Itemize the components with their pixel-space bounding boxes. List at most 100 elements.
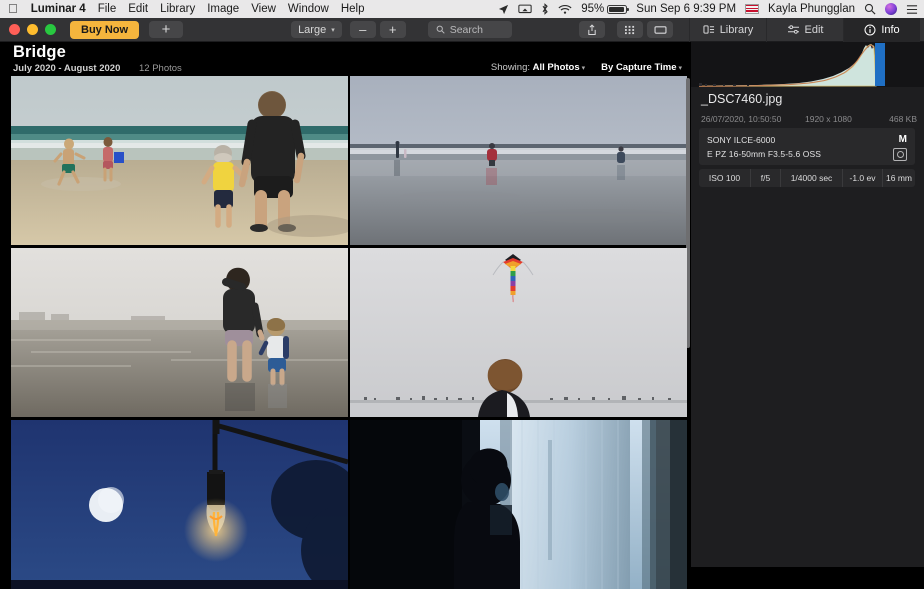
menu-app-name[interactable]: Luminar 4	[31, 3, 86, 15]
exif-shutter: 1/4000 sec	[781, 169, 843, 187]
menu-item-help[interactable]: Help	[341, 3, 365, 15]
toolbar-center-controls: Large ▾ – + Search	[291, 21, 512, 38]
zoom-in-button[interactable]: +	[380, 21, 406, 38]
battery-status[interactable]: 95%	[581, 3, 627, 15]
menu-bar-left:  Luminar 4 File Edit Library Image View…	[8, 0, 364, 18]
thumb-image	[11, 76, 348, 245]
camera-info-box: SONY ILCE-6000 M E PZ 16-50mm F3.5-5.6 O…	[699, 128, 915, 165]
capture-date: 26/07/2020, 10:50:50	[701, 114, 805, 124]
view-mode-group	[617, 21, 673, 38]
zoom-out-button[interactable]: –	[350, 21, 376, 38]
location-arrow-icon[interactable]	[498, 4, 509, 15]
histogram	[691, 42, 924, 87]
share-icon[interactable]	[579, 21, 605, 38]
sort-order-dropdown[interactable]: By Capture Time▾	[601, 62, 682, 73]
collection-date-range: July 2020 - August 2020	[13, 63, 120, 74]
zoom-window-button[interactable]	[45, 24, 56, 35]
menu-item-library[interactable]: Library	[160, 3, 195, 15]
collection-header-filters: Showing: All Photos▾ By Capture Time▾	[491, 62, 682, 73]
menu-bar-status-items: 95% Sun Sep 6 9:39 PM Kayla Phungglan	[498, 3, 918, 15]
zoom-controls: – +	[350, 21, 406, 38]
exif-iso: ISO 100	[699, 169, 751, 187]
histogram-chart	[691, 42, 924, 87]
file-size: 468 KB	[875, 114, 917, 124]
exif-row: ISO 100 f/5 1/4000 sec -1.0 ev 16 mm	[699, 169, 915, 187]
window-traffic-lights	[9, 24, 56, 35]
toolbar-right-controls: Library Edit Info	[579, 18, 924, 41]
showing-value: All Photos	[533, 62, 580, 73]
tab-edit-label: Edit	[805, 24, 824, 36]
tab-info[interactable]: Info	[843, 18, 920, 42]
apple-icon[interactable]: 	[8, 2, 18, 15]
showing-filter-dropdown[interactable]: Showing: All Photos▾	[491, 62, 585, 73]
minimize-window-button[interactable]	[27, 24, 38, 35]
macos-menu-bar:  Luminar 4 File Edit Library Image View…	[0, 0, 924, 18]
luminar-app-window:  Luminar 4 File Edit Library Image View…	[0, 0, 924, 567]
photo-thumbnail-misty-beach-walkers[interactable]	[350, 76, 687, 245]
library-icon	[703, 24, 715, 35]
wifi-icon[interactable]	[558, 4, 572, 15]
control-center-icon[interactable]	[906, 4, 918, 15]
menu-bar-clock[interactable]: Sun Sep 6 9:39 PM	[636, 3, 736, 15]
photo-grid	[11, 76, 687, 567]
us-flag-icon[interactable]	[745, 4, 759, 14]
search-input[interactable]: Search	[428, 21, 512, 38]
info-circle-icon	[864, 24, 876, 36]
menu-item-file[interactable]: File	[98, 3, 117, 15]
thumbnail-size-label: Large	[298, 24, 326, 36]
showing-label: Showing:	[491, 62, 530, 73]
panel-mode-tabs: Library Edit Info	[689, 18, 920, 42]
menu-item-view[interactable]: View	[251, 3, 276, 15]
search-icon	[436, 25, 445, 34]
collection-header: Bridge July 2020 - August 2020 12 Photos…	[0, 42, 690, 76]
photo-thumbnail-mother-child-shallow-water[interactable]	[11, 248, 348, 417]
camera-body-row: SONY ILCE-6000 M	[707, 133, 907, 147]
collection-photo-count: 12 Photos	[139, 63, 182, 74]
exif-aperture: f/5	[751, 169, 781, 187]
photo-thumbnail-boy-watching-kite[interactable]	[350, 248, 687, 417]
siri-icon[interactable]	[885, 3, 897, 15]
thumbnail-size-dropdown[interactable]: Large ▾	[291, 21, 342, 38]
single-view-icon[interactable]	[647, 21, 673, 38]
sliders-icon	[787, 24, 800, 35]
thumb-image	[350, 420, 687, 589]
image-dimensions: 1920 x 1080	[805, 114, 875, 124]
app-toolbar: Buy Now + Large ▾ – + Search	[0, 18, 924, 42]
menu-item-image[interactable]: Image	[207, 3, 239, 15]
photo-filename: _DSC7460.jpg	[701, 92, 782, 106]
lens-row: E PZ 16-50mm F3.5-5.6 OSS	[707, 147, 907, 161]
camera-lens-icon	[893, 148, 907, 161]
thumb-image	[11, 420, 348, 589]
page-title: Bridge	[13, 43, 66, 62]
grid-view-icon[interactable]	[617, 21, 643, 38]
menu-item-window[interactable]: Window	[288, 3, 329, 15]
screen-mirroring-icon[interactable]	[518, 4, 532, 15]
add-button[interactable]: +	[149, 21, 183, 38]
photo-thumbnail-child-silhouette-window[interactable]	[350, 420, 687, 589]
lens-label: E PZ 16-50mm F3.5-5.6 OSS	[707, 147, 821, 161]
photo-meta-row: 26/07/2020, 10:50:50 1920 x 1080 468 KB	[701, 114, 917, 124]
close-window-button[interactable]	[9, 24, 20, 35]
tab-library-label: Library	[720, 24, 754, 36]
sort-value: By Capture Time	[601, 62, 676, 73]
battery-percent-label: 95%	[581, 3, 604, 15]
thumb-image	[11, 248, 348, 417]
menu-item-edit[interactable]: Edit	[128, 3, 148, 15]
search-placeholder: Search	[450, 24, 483, 36]
tab-edit[interactable]: Edit	[766, 18, 843, 42]
exif-exposure-comp: -1.0 ev	[843, 169, 883, 187]
chevron-down-icon: ▾	[582, 65, 586, 72]
spotlight-search-icon[interactable]	[864, 3, 876, 15]
buy-now-button[interactable]: Buy Now	[70, 21, 139, 39]
photo-thumbnail-beach-family-sunny[interactable]	[11, 76, 348, 245]
exif-focal-length: 16 mm	[883, 169, 915, 187]
chevron-down-icon: ▾	[678, 65, 682, 72]
tab-info-label: Info	[881, 24, 899, 36]
thumb-image	[350, 248, 687, 417]
thumb-image	[350, 76, 687, 245]
bluetooth-icon[interactable]	[541, 3, 549, 15]
exposure-mode-label: M	[899, 133, 907, 147]
photo-thumbnail-moon-and-lightbulb[interactable]	[11, 420, 348, 589]
tab-library[interactable]: Library	[689, 18, 766, 42]
menu-bar-user-name[interactable]: Kayla Phungglan	[768, 3, 855, 15]
